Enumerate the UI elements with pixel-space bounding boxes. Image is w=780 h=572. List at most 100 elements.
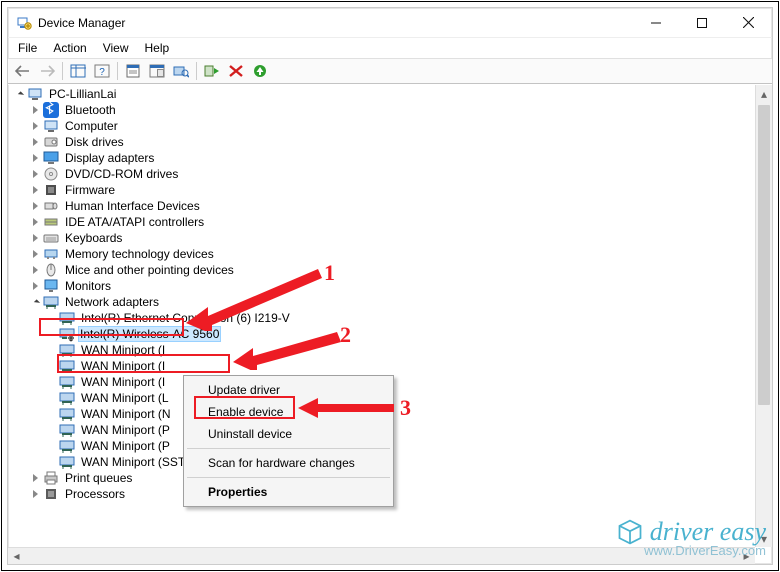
expand-chevron-icon[interactable] (11, 92, 27, 97)
vertical-scrollbar[interactable]: ▴ ▾ (755, 85, 772, 547)
tree-item-wireless-ac-9560[interactable]: Intel(R) Wireless-AC 9560 (11, 326, 755, 342)
toolbar: ? (8, 58, 772, 84)
help-button[interactable]: ? (90, 60, 114, 82)
tree-item-label: WAN Miniport (I (79, 375, 167, 389)
expand-chevron-icon[interactable] (27, 300, 43, 305)
properties-button[interactable] (121, 60, 145, 82)
tree-category[interactable]: Computer (11, 118, 755, 134)
expand-chevron-icon[interactable] (27, 282, 43, 290)
tree-category[interactable]: Human Interface Devices (11, 198, 755, 214)
tree-item-network-adapter[interactable]: WAN Miniport (I (11, 358, 755, 374)
expand-chevron-icon[interactable] (27, 138, 43, 146)
menu-file[interactable]: File (10, 39, 45, 57)
toolbar-sep (117, 62, 118, 80)
expand-chevron-icon[interactable] (27, 154, 43, 162)
tree-category[interactable]: Memory technology devices (11, 246, 755, 262)
disk-icon (43, 134, 59, 150)
image-frame: Device Manager File Action View Help ? P… (1, 1, 779, 571)
toolbar-sep (62, 62, 63, 80)
scan-hardware-button[interactable] (169, 60, 193, 82)
ctx-enable-device[interactable]: Enable device (186, 401, 391, 423)
tree-item-network-adapter[interactable]: Intel(R) Ethernet Connection (6) I219-V (11, 310, 755, 326)
cube-icon (616, 518, 644, 546)
tree-item-label: Display adapters (63, 151, 156, 165)
scroll-up-icon[interactable]: ▴ (756, 85, 772, 102)
tree-category-network-adapters[interactable]: Network adapters (11, 294, 755, 310)
expand-chevron-icon[interactable] (27, 122, 43, 130)
enable-device-button[interactable] (200, 60, 224, 82)
tree-item-label: Firmware (63, 183, 117, 197)
ctx-scan-hardware[interactable]: Scan for hardware changes (186, 452, 391, 474)
tree-category[interactable]: Mice and other pointing devices (11, 262, 755, 278)
tree-category[interactable]: DVD/CD-ROM drives (11, 166, 755, 182)
net-icon (59, 422, 75, 438)
ctx-separator (187, 448, 390, 449)
tree-item-label: Intel(R) Ethernet Connection (6) I219-V (79, 311, 292, 325)
net-icon (43, 294, 59, 310)
app-icon (16, 15, 32, 31)
expand-chevron-icon[interactable] (27, 490, 43, 498)
tree-category[interactable]: Bluetooth (11, 102, 755, 118)
tree-category[interactable]: Firmware (11, 182, 755, 198)
tree-item-label: WAN Miniport (P (79, 423, 172, 437)
mem-icon (43, 246, 59, 262)
expand-chevron-icon[interactable] (27, 474, 43, 482)
tree-item-label: Memory technology devices (63, 247, 216, 261)
tree-item-label: WAN Miniport (L (79, 391, 171, 405)
ctx-update-driver[interactable]: Update driver (186, 379, 391, 401)
expand-chevron-icon[interactable] (27, 106, 43, 114)
expand-chevron-icon[interactable] (27, 218, 43, 226)
net-icon (59, 454, 75, 470)
net-icon (59, 358, 75, 374)
ctx-uninstall-device[interactable]: Uninstall device (186, 423, 391, 445)
show-hide-console-button[interactable] (66, 60, 90, 82)
ctx-properties[interactable]: Properties (186, 481, 391, 503)
context-menu: Update driver Enable device Uninstall de… (183, 375, 394, 507)
device-manager-window: Device Manager File Action View Help ? P… (7, 7, 773, 565)
back-button[interactable] (11, 60, 35, 82)
tree-item-label: WAN Miniport (I (79, 359, 167, 373)
maximize-button[interactable] (679, 8, 725, 38)
svg-text:?: ? (99, 67, 105, 78)
title-bar[interactable]: Device Manager (8, 8, 772, 38)
tree-category[interactable]: Monitors (11, 278, 755, 294)
net-icon (59, 374, 75, 390)
expand-chevron-icon[interactable] (27, 170, 43, 178)
expand-chevron-icon[interactable] (27, 202, 43, 210)
expand-chevron-icon[interactable] (27, 234, 43, 242)
tree-item-label: Disk drives (63, 135, 126, 149)
tree-item-label: Human Interface Devices (63, 199, 202, 213)
tree-item-network-adapter[interactable]: WAN Miniport (I (11, 342, 755, 358)
menu-view[interactable]: View (95, 39, 137, 57)
disp-icon (43, 150, 59, 166)
cpu-icon (43, 486, 59, 502)
netX-icon (59, 326, 75, 342)
uninstall-device-button[interactable] (224, 60, 248, 82)
tree-category[interactable]: Display adapters (11, 150, 755, 166)
menu-help[interactable]: Help (137, 39, 178, 57)
print-icon (43, 470, 59, 486)
update-driver-button[interactable] (145, 60, 169, 82)
tree-category[interactable]: IDE ATA/ATAPI controllers (11, 214, 755, 230)
add-legacy-hardware-button[interactable] (248, 60, 272, 82)
expand-chevron-icon[interactable] (27, 250, 43, 258)
pc-icon (27, 86, 43, 102)
net-icon (59, 390, 75, 406)
scroll-left-icon[interactable]: ◂ (8, 548, 25, 564)
scroll-thumb[interactable] (758, 105, 770, 405)
close-button[interactable] (725, 8, 771, 38)
tree-item-label: Print queues (63, 471, 134, 485)
tree-item-label: Bluetooth (63, 103, 118, 117)
tree-root[interactable]: PC-LillianLai (11, 86, 755, 102)
tree-category[interactable]: Keyboards (11, 230, 755, 246)
tree-category[interactable]: Disk drives (11, 134, 755, 150)
minimize-button[interactable] (633, 8, 679, 38)
forward-button[interactable] (35, 60, 59, 82)
menu-action[interactable]: Action (45, 39, 94, 57)
tree-item-label: Mice and other pointing devices (63, 263, 236, 277)
expand-chevron-icon[interactable] (27, 186, 43, 194)
tree-item-label: Processors (63, 487, 127, 501)
net-icon (59, 342, 75, 358)
expand-chevron-icon[interactable] (27, 266, 43, 274)
tree-item-label: Network adapters (63, 295, 161, 309)
